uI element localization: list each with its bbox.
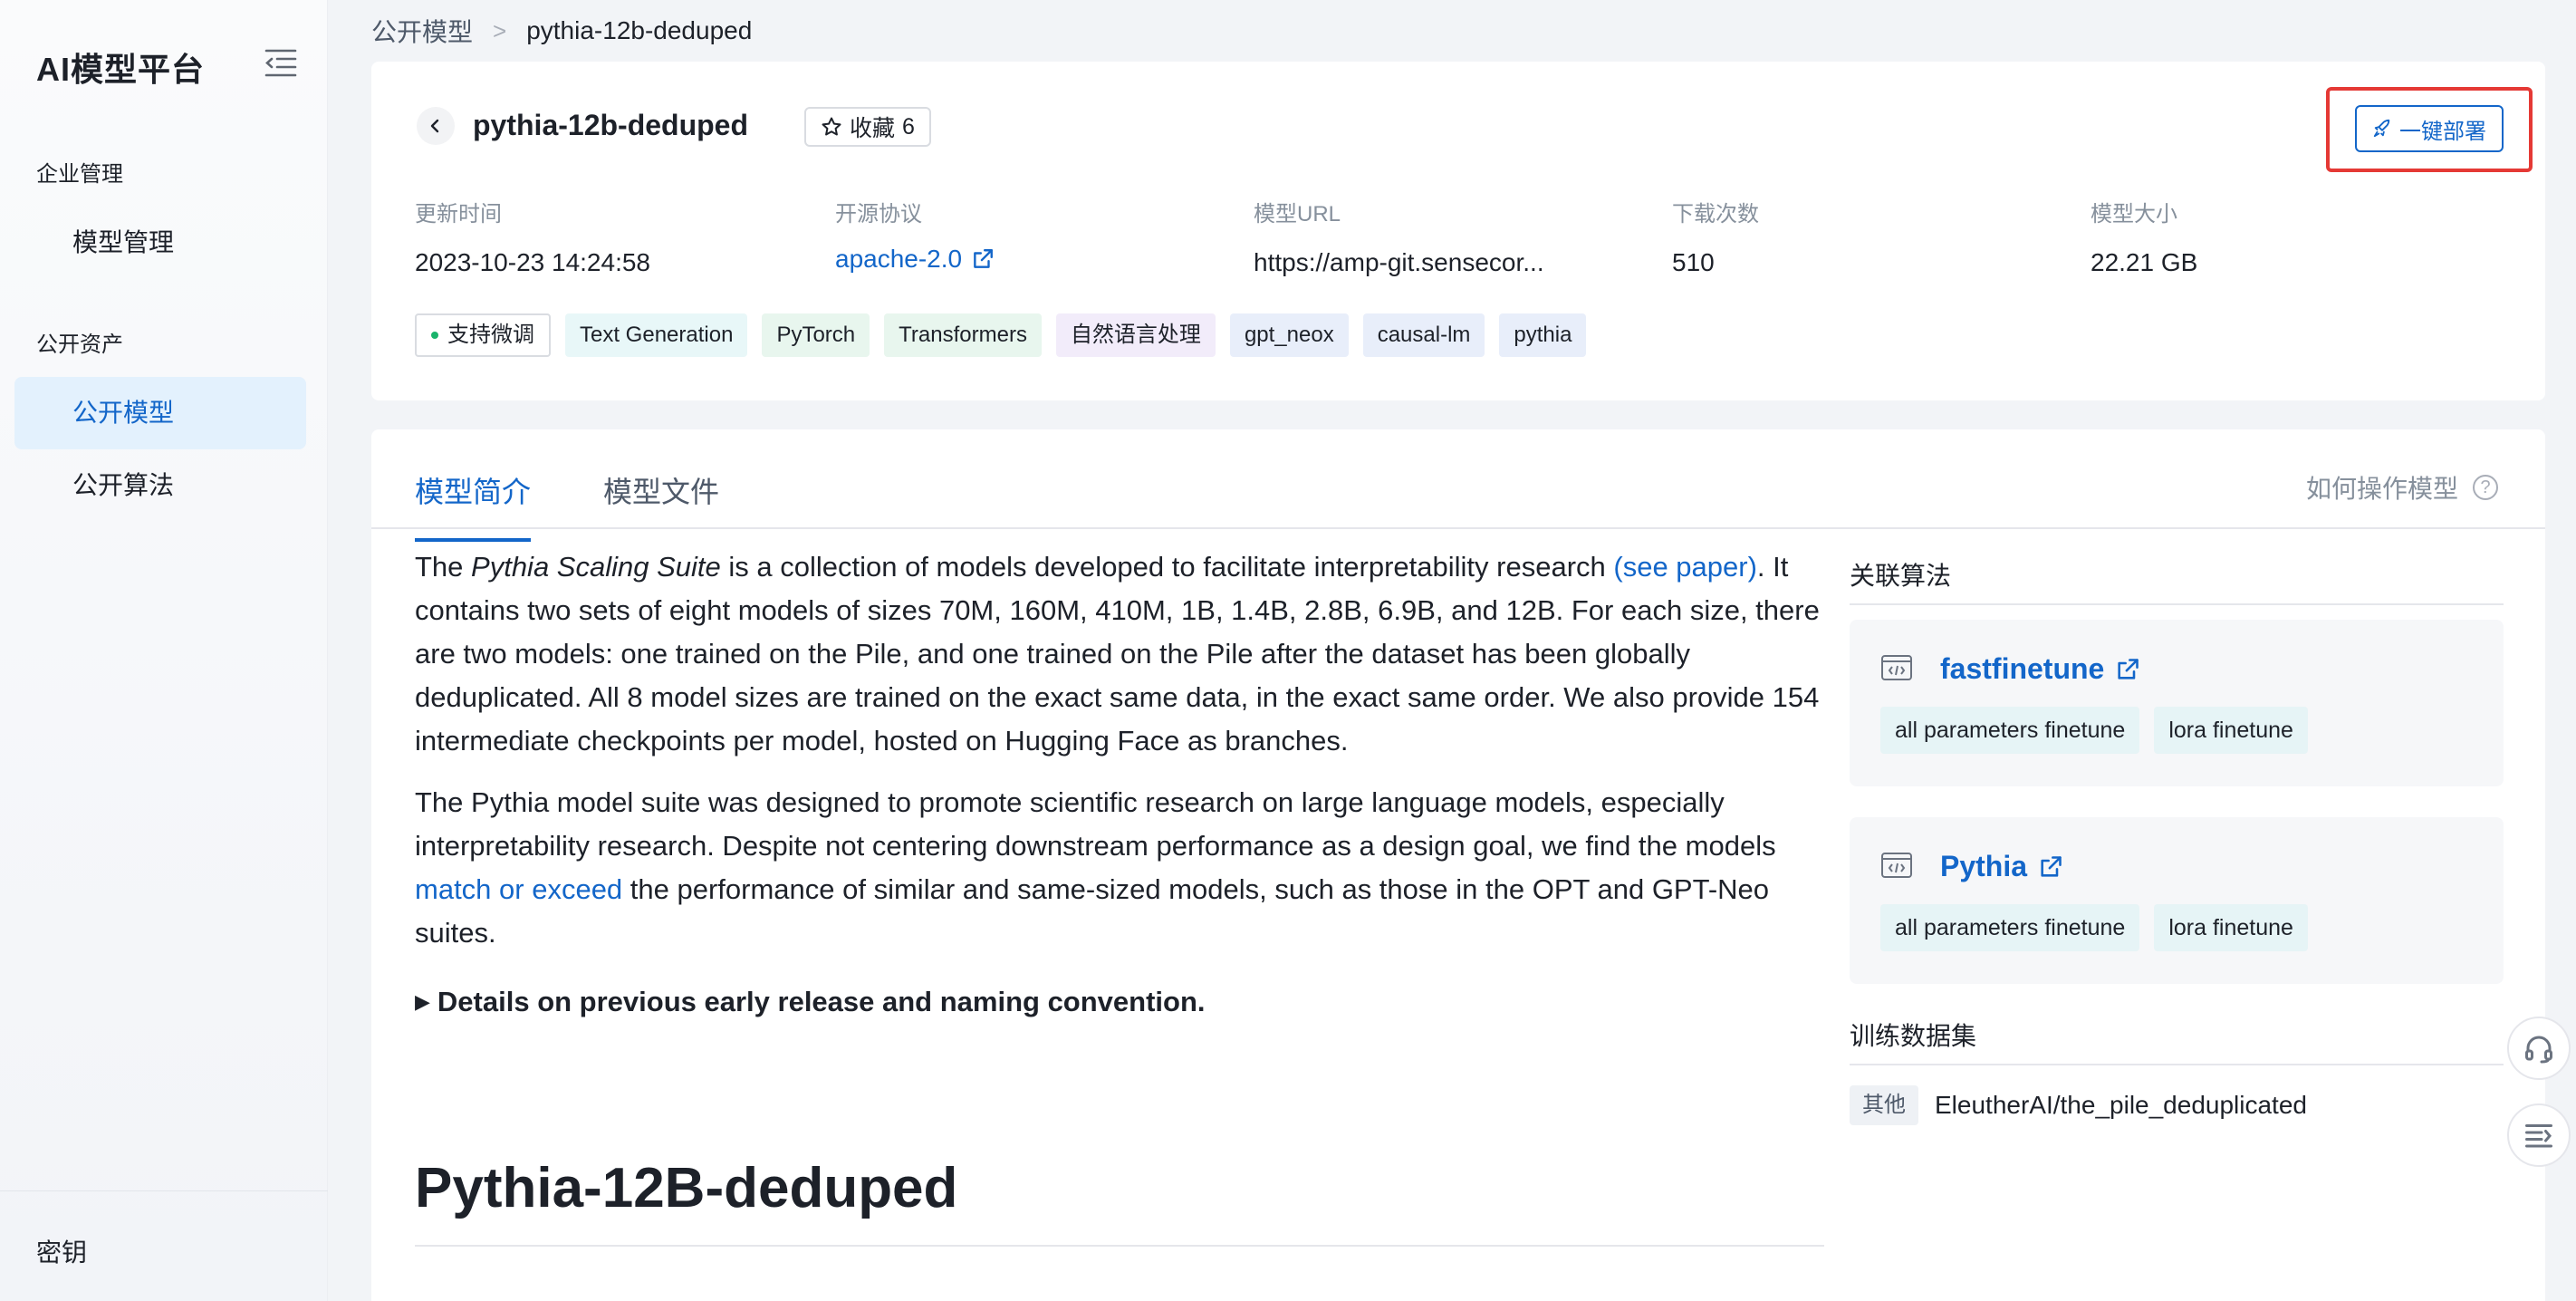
nav-item-public-algorithms[interactable]: 公开算法: [14, 449, 306, 522]
collapse-menu-icon[interactable]: [263, 47, 299, 80]
status-dot: [431, 332, 438, 339]
breadcrumb-current: pythia-12b-deduped: [526, 16, 753, 44]
breadcrumb-separator: >: [493, 16, 507, 44]
nav-group-public-assets: 公开资产: [36, 332, 123, 357]
dataset-row: 其他 EleutherAI/the_pile_deduplicated: [1850, 1085, 2504, 1125]
headset-icon: [2525, 1036, 2552, 1064]
chevron-left-icon: [430, 119, 439, 133]
dataset-name[interactable]: EleutherAI/the_pile_deduplicated: [1935, 1091, 2307, 1120]
external-link-icon: [2118, 658, 2139, 679]
model-detail-card: 模型简介 模型文件 如何操作模型 ? The Pythia Scaling Su…: [371, 429, 2545, 1301]
favorite-label: 收藏: [850, 116, 896, 141]
related-algorithms-title: 关联算法: [1850, 556, 2504, 605]
tag-task[interactable]: Text Generation: [565, 313, 748, 357]
code-icon: [1881, 853, 1912, 878]
nav-group-enterprise: 企业管理: [36, 162, 123, 187]
algorithm-card: Pythia all parameters finetune lora fine…: [1850, 817, 2504, 984]
code-icon: [1881, 655, 1912, 680]
algorithm-tags: all parameters finetune lora finetune: [1880, 904, 2308, 951]
readme-paragraph-2: The Pythia model suite was designed to p…: [415, 781, 1833, 955]
text: The: [415, 551, 472, 583]
triangle-right-icon: ▶: [415, 990, 430, 1013]
meta-value-size: 22.21 GB: [2091, 248, 2198, 276]
deploy-button[interactable]: 一键部署: [2355, 105, 2504, 152]
model-title: pythia-12b-deduped: [473, 109, 749, 141]
favorite-count: 6: [902, 113, 915, 140]
tab-model-intro[interactable]: 模型简介: [415, 469, 532, 542]
model-tags: 支持微调 Text Generation PyTorch Transformer…: [415, 313, 1587, 357]
details-toggle[interactable]: ▶ Details on previous early release and n…: [415, 980, 1833, 1024]
nav-item-public-models[interactable]: 公开模型: [14, 377, 306, 449]
sidebar-footer: 密钥: [0, 1190, 328, 1301]
meta-label-updated: 更新时间: [415, 202, 502, 226]
dataset-category-tag: 其他: [1850, 1085, 1918, 1125]
heading-divider: [415, 1245, 1824, 1247]
text: The Pythia model suite was designed to p…: [415, 786, 1776, 862]
star-icon: [822, 117, 841, 136]
related-panel: 关联算法 fastfinetune all parameters finetun…: [1850, 556, 2504, 1125]
customer-support-button[interactable]: [2507, 1017, 2571, 1080]
tab-model-files[interactable]: 模型文件: [603, 469, 719, 538]
tag-finetune-support: 支持微调: [415, 313, 551, 357]
readme-heading: Pythia-12B-deduped: [415, 1157, 958, 1219]
sidebar: AI模型平台 企业管理 模型管理 公开资产 公开模型 公开算法 密钥: [0, 0, 328, 1301]
help-link[interactable]: 如何操作模型 ?: [2306, 469, 2498, 506]
meta-label-license: 开源协议: [835, 202, 922, 226]
meta-value-downloads: 510: [1672, 248, 1715, 276]
tag-architecture[interactable]: gpt_neox: [1229, 313, 1349, 357]
license-value: apache-2.0: [835, 245, 963, 273]
meta-value-updated: 2023-10-23 14:24:58: [415, 248, 650, 276]
license-link[interactable]: apache-2.0: [835, 245, 995, 274]
external-link-icon: [974, 249, 994, 268]
algorithm-card: fastfinetune all parameters finetune lor…: [1850, 620, 2504, 786]
algorithm-link-fastfinetune[interactable]: fastfinetune: [1940, 652, 2140, 686]
meta-label-size: 模型大小: [2091, 202, 2177, 226]
tag-library[interactable]: Transformers: [884, 313, 1042, 357]
breadcrumb: 公开模型 > pythia-12b-deduped: [371, 13, 752, 49]
nav-item-keys[interactable]: 密钥: [36, 1233, 87, 1269]
meta-label-url: 模型URL: [1254, 202, 1341, 226]
algorithm-tag: all parameters finetune: [1880, 904, 2140, 951]
favorite-button[interactable]: 收藏 6: [804, 107, 931, 147]
model-header-card: pythia-12b-deduped 收藏 6 一键部署 更新时间 开源协议 模…: [371, 62, 2545, 400]
tag-family[interactable]: pythia: [1499, 313, 1587, 357]
meta-value-url: https://amp-git.sensecor...: [1254, 248, 1544, 276]
list-indent-icon: [2525, 1124, 2552, 1148]
match-or-exceed-link[interactable]: match or exceed: [415, 873, 622, 905]
tag-framework[interactable]: PyTorch: [762, 313, 870, 357]
algorithm-name: Pythia: [1940, 850, 2028, 882]
readme-paragraph-1: The Pythia Scaling Suite is a collection…: [415, 545, 1833, 763]
algorithm-link-pythia[interactable]: Pythia: [1940, 850, 2063, 883]
rocket-icon: [2373, 119, 2390, 138]
training-dataset-title: 训练数据集: [1850, 1017, 2504, 1065]
text: is a collection of models developed to f…: [720, 551, 1614, 583]
tab-bar: 模型简介 模型文件 如何操作模型 ?: [371, 429, 2545, 542]
breadcrumb-parent[interactable]: 公开模型: [371, 13, 473, 49]
tag-label: 支持微调: [447, 323, 534, 347]
algorithm-tags: all parameters finetune lora finetune: [1880, 707, 2308, 754]
readme-content: The Pythia Scaling Suite is a collection…: [415, 545, 1833, 1024]
external-link-icon: [2041, 855, 2062, 877]
back-button[interactable]: [417, 107, 455, 145]
paper-link[interactable]: (see paper): [1613, 551, 1757, 583]
meta-label-downloads: 下载次数: [1672, 202, 1759, 226]
question-icon: ?: [2473, 475, 2498, 500]
details-label: Details on previous early release and na…: [437, 986, 1206, 1017]
brand-title: AI模型平台: [36, 51, 206, 88]
tag-type[interactable]: causal-lm: [1362, 313, 1485, 357]
algorithm-tag: lora finetune: [2154, 707, 2308, 754]
tag-domain[interactable]: 自然语言处理: [1055, 313, 1216, 357]
algorithm-tag: lora finetune: [2154, 904, 2308, 951]
outline-toggle-button[interactable]: [2507, 1103, 2571, 1167]
emphasis-text: Pythia Scaling Suite: [471, 551, 721, 583]
algorithm-name: fastfinetune: [1940, 652, 2105, 685]
algorithm-tag: all parameters finetune: [1880, 707, 2140, 754]
deploy-label: 一键部署: [2399, 119, 2486, 144]
help-label: 如何操作模型: [2305, 475, 2458, 503]
nav-item-model-management[interactable]: 模型管理: [14, 207, 306, 279]
